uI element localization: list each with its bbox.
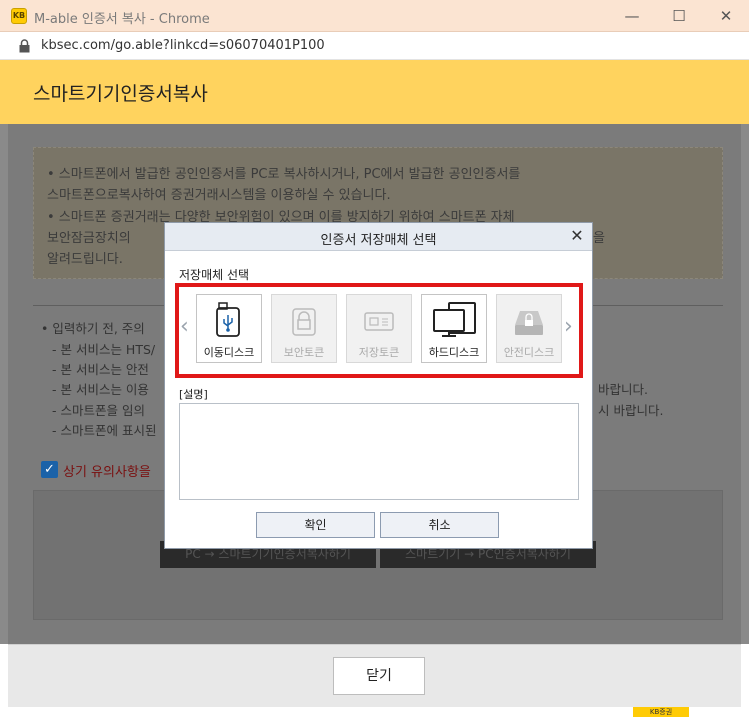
agree-label: 상기 유의사항을 [63,465,151,480]
dialog-close-icon[interactable]: ✕ [568,227,586,245]
caution-item: - 스마트폰을 임의 [52,403,145,418]
minimize-button[interactable]: — [609,0,655,32]
media-label: 하드디스크 [428,346,480,359]
maximize-button[interactable]: ☐ [656,0,702,32]
close-button[interactable]: 닫기 [333,657,425,695]
computer-monitor-icon [433,302,476,337]
window-close-button[interactable]: ✕ [703,0,749,32]
notice-line: 보안잠금장치의 [47,231,131,246]
notice-line: 알려드립니다. [47,252,123,267]
url-text[interactable]: kbsec.com/go.able?linkcd=s06070401P100 [41,38,325,53]
dialog-title: 인증서 저장매체 선택 [320,233,437,248]
kb-badge: KB증권 [633,707,689,717]
caution-item: - 스마트폰에 표시된 [52,423,157,438]
media-label: 저장토큰 [358,346,400,359]
notice-line: • 스마트폰에서 발급한 공인인증서를 PC로 복사하시거나, PC에서 발급한… [47,167,521,182]
media-removable-disk[interactable]: 이동디스크 [196,294,262,363]
media-section-label: 저장매체 선택 [179,268,250,282]
media-hard-disk[interactable]: 하드디스크 [421,294,487,363]
kb-app-icon: KB [11,8,27,24]
next-arrow-icon[interactable]: › [564,316,573,338]
caution-item-tail: 시 바랍니다. [598,403,664,418]
agree-checkbox[interactable]: ✓ [41,461,58,478]
lock-icon [19,39,30,53]
confirm-button[interactable]: 확인 [256,512,375,538]
window-titlebar: KB M-able 인증서 복사 - Chrome — ☐ ✕ [0,0,749,32]
media-storage-token[interactable]: 저장토큰 [346,294,412,363]
page-title: 스마트기기인증서복사 [33,83,208,105]
description-label: [설명] [179,388,208,401]
secure-disk-icon [515,311,543,335]
page-edge-left [0,124,8,644]
caution-item: - 본 서비스는 이용 [52,382,149,397]
usb-drive-icon [216,302,240,337]
media-security-token[interactable]: 보안토큰 [271,294,337,363]
dialog-header: 인증서 저장매체 선택 ✕ [165,223,592,251]
prev-arrow-icon[interactable]: ‹ [180,316,189,338]
address-bar: kbsec.com/go.able?linkcd=s06070401P100 [0,32,749,60]
security-token-icon [292,308,316,336]
storage-token-icon [364,312,394,331]
notice-line: 스마트폰으로복사하여 증권거래시스템을 이용하실 수 있습니다. [47,188,391,203]
window-title: M-able 인증서 복사 - Chrome [34,12,210,27]
media-secure-disk[interactable]: 안전디스크 [496,294,562,363]
page-edge-right [741,124,749,644]
media-label: 이동디스크 [203,346,255,359]
browser-window: KB M-able 인증서 복사 - Chrome — ☐ ✕ kbsec.co… [0,0,749,717]
cancel-button[interactable]: 취소 [380,512,499,538]
description-box [179,403,579,500]
caution-item: - 본 서비스는 안전 [52,362,149,377]
caution-item-tail: 바랍니다. [598,382,648,397]
caution-heading: • 입력하기 전, 주의 [41,321,145,336]
caution-item: - 본 서비스는 HTS/ [52,342,156,357]
media-label: 안전디스크 [503,346,555,359]
notice-line-tail: 을 [593,231,605,246]
media-label: 보안토큰 [283,346,325,359]
